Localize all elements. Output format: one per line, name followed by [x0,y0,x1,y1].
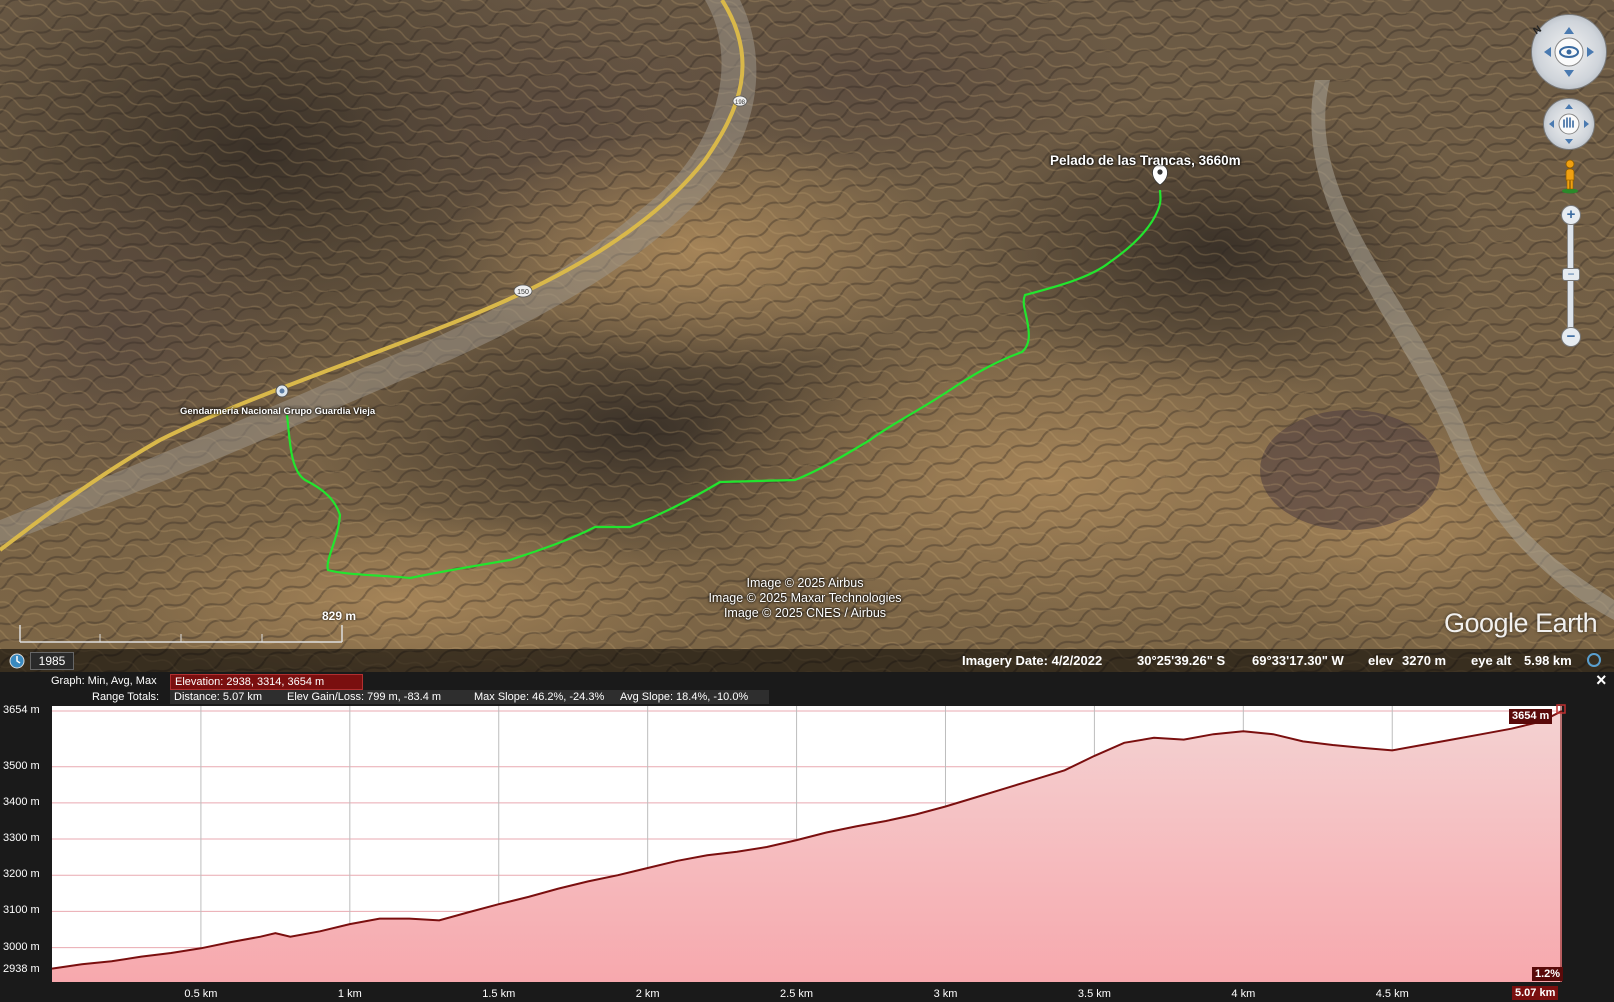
eye-icon [1544,27,1594,77]
end-slope-badge: 1.2% [1532,967,1564,981]
x-tick-label: 2 km [635,988,660,1000]
zoom-slider[interactable]: + − − [1561,205,1581,347]
x-tick-label: 4 km [1231,988,1256,1000]
elevation-profile-panel[interactable]: Graph: Min, Avg, Max Elevation: 2938, 33… [0,670,1614,1002]
x-tick-label: 0.5 km [184,988,218,1000]
eye-alt-label: eye alt [1471,653,1512,668]
imagery-date: Imagery Date: 4/2/2022 [962,653,1103,668]
y-tick-label: 3500 m [3,759,40,772]
elev-gain-loss-stat: Elev Gain/Loss: 799 m, -83.4 m [283,690,471,704]
zoom-in-button[interactable]: + [1561,205,1581,225]
close-graph-button[interactable]: × [1596,670,1607,691]
svg-text:150: 150 [517,289,529,296]
historical-imagery-icon[interactable] [8,652,26,670]
elevation-stat[interactable]: Elevation: 2938, 3314, 3654 m [170,674,363,690]
zoom-handle[interactable]: − [1562,268,1580,281]
look-control[interactable]: N [1531,14,1607,90]
x-tick-label: 3.5 km [1077,988,1111,1000]
y-tick-label: 3400 m [3,795,40,808]
station-label[interactable]: Gendarmería Nacional Grupo Guardia Vieja [180,406,375,417]
attribution-line: Image © 2025 Maxar Technologies [708,591,902,605]
street-view-button[interactable] [1559,158,1581,194]
elev-label: elev [1368,653,1394,668]
x-tick-label: 1.5 km [482,988,516,1000]
x-tick-label: 1 km [337,988,362,1000]
x-tick-label: 2.5 km [780,988,814,1000]
zoom-out-button[interactable]: − [1561,327,1581,347]
range-totals-label: Range Totals: [92,691,160,703]
earth-map-view[interactable]: 198 150 Pelado de las Trancas, 3660m Gen… [0,0,1614,672]
x-tick-label: 4.5 km [1375,988,1409,1000]
loading-indicator-icon [1587,653,1601,667]
y-tick-label: 3100 m [3,904,40,917]
y-tick-label: 3000 m [3,940,40,953]
y-tick-label: 2938 m [3,963,40,975]
historical-year-box[interactable]: 1985 [30,652,74,670]
imagery-attribution: Image © 2025 Airbus Image © 2025 Maxar T… [670,576,940,621]
attribution-line: Image © 2025 Airbus [746,576,864,590]
move-control[interactable] [1543,98,1595,150]
eye-alt-value: 5.98 km [1524,653,1572,668]
elev-value: 3270 m [1402,653,1447,668]
end-elev-badge: 3654 m [1509,709,1553,724]
road-shield-150: 150 [513,284,533,298]
pegman-icon [1562,159,1578,194]
hand-icon [1549,104,1589,144]
terrain-imagery: 198 150 [0,0,1614,672]
x-tick-label: 3 km [933,988,958,1000]
end-dist-badge: 5.07 km [1512,986,1559,1000]
y-tick-label: 3300 m [3,832,40,845]
station-pin-icon[interactable] [275,384,289,398]
graph-mode-label[interactable]: Graph: Min, Avg, Max [51,675,157,687]
y-tick-label: 3200 m [3,868,40,881]
y-tick-label: 3654 m [3,704,40,716]
peak-label[interactable]: Pelado de las Trancas, 3660m [1050,153,1241,168]
road-shield-198: 198 [732,95,748,107]
scale-label: 829 m [322,609,357,623]
attribution-line: Image © 2025 CNES / Airbus [723,606,887,620]
max-slope-stat: Max Slope: 46.2%, -24.3% [470,690,618,704]
status-bar: 1985 Imagery Date: 4/2/2022 30°25'39.26"… [0,649,1614,672]
latitude: 30°25'39.26" S [1137,653,1226,668]
longitude: 69°33'17.30" W [1252,653,1344,668]
distance-stat: Distance: 5.07 km [170,690,284,704]
svg-text:198: 198 [735,100,746,106]
avg-slope-stat: Avg Slope: 18.4%, -10.0% [616,690,769,704]
google-earth-logo: Google Earth [1444,608,1598,638]
